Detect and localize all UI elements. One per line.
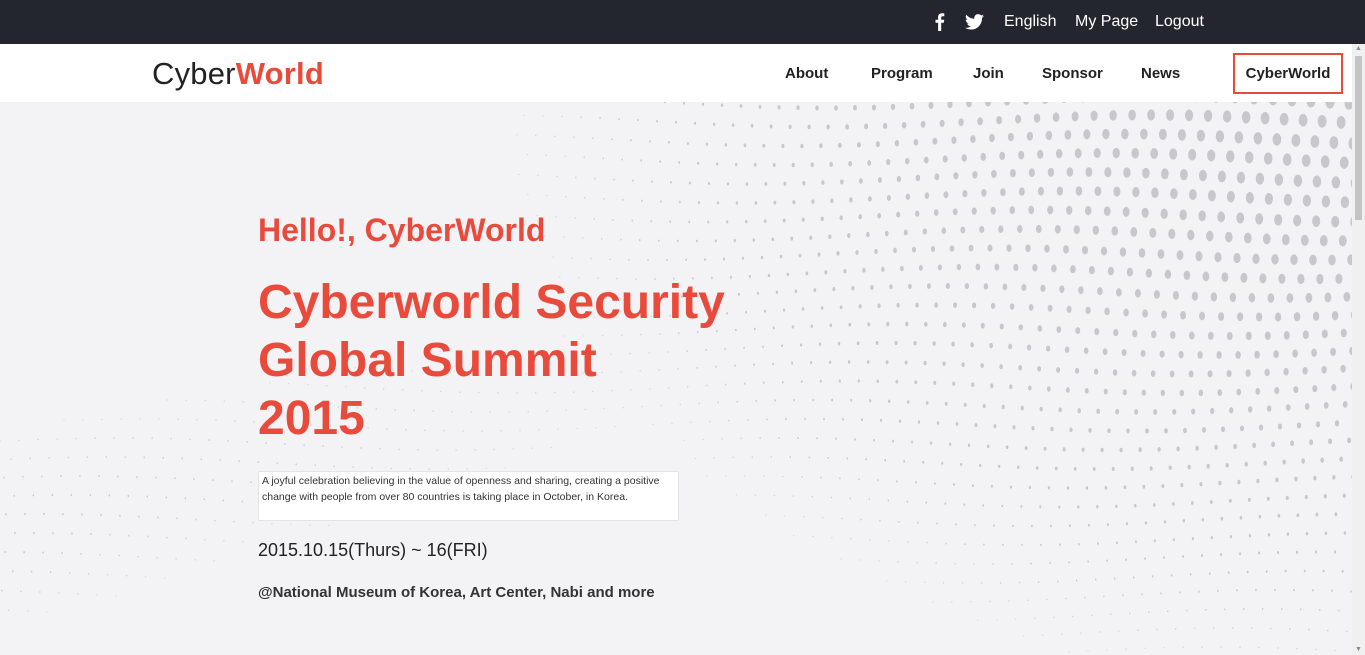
logo-accent: World [235,56,324,91]
page-scrollbar[interactable]: ▲ ▼ [1352,44,1365,655]
site-logo[interactable]: CyberWorld [152,56,324,92]
hero-title-line: 2015 [258,392,365,445]
scroll-thumb[interactable] [1355,56,1362,220]
twitter-icon[interactable] [965,0,987,44]
logout-link[interactable]: Logout [1155,0,1204,44]
nav-about[interactable]: About [785,44,828,102]
nav-join[interactable]: Join [973,44,1004,102]
scroll-up-icon[interactable]: ▲ [1352,44,1365,54]
main-header: CyberWorld About Program Join Sponsor Ne… [0,44,1352,102]
logo-prefix: Cyber [152,56,236,91]
language-link[interactable]: English [1004,0,1056,44]
my-page-link[interactable]: My Page [1075,0,1138,44]
hero-greeting: Hello!, CyberWorld [258,212,546,248]
hero-description: A joyful celebration believing in the va… [258,471,679,521]
nav-program[interactable]: Program [871,44,933,102]
hero-title: Cyberworld Security Global Summit 2015 [258,274,778,448]
facebook-icon[interactable] [934,0,950,44]
hero-title-line: Cyberworld Security [258,276,725,329]
nav-cyberworld[interactable]: CyberWorld [1233,53,1343,94]
scroll-down-icon[interactable]: ▼ [1352,645,1365,655]
event-dates: 2015.10.15(Thurs) ~ 16(FRI) [258,540,488,560]
event-venue: @National Museum of Korea, Art Center, N… [258,584,655,601]
hero-title-line: Global Summit [258,334,597,387]
nav-sponsor[interactable]: Sponsor [1042,44,1103,102]
nav-news[interactable]: News [1141,44,1180,102]
top-utility-bar: English My Page Logout [0,0,1365,44]
